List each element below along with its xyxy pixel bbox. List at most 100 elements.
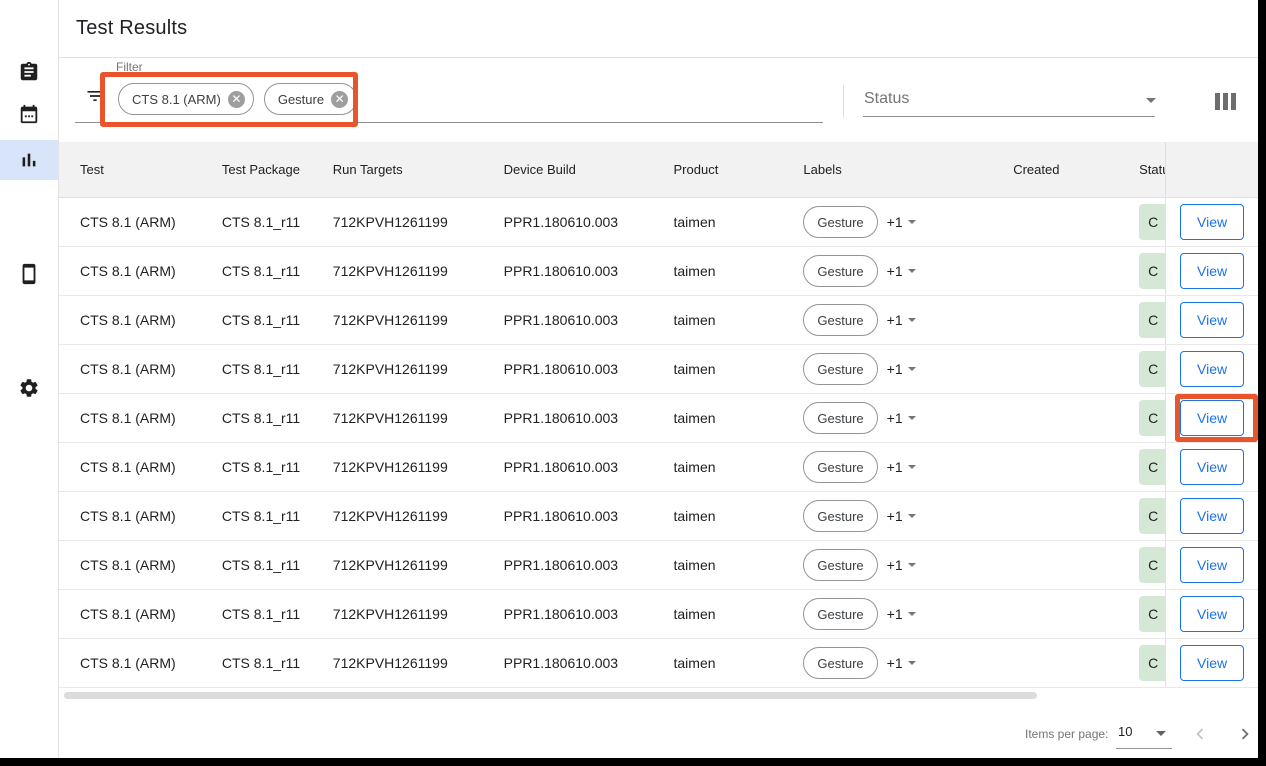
close-circle-icon[interactable]: ✕: [331, 91, 348, 108]
sidebar-item-devices[interactable]: [0, 254, 58, 294]
table-row[interactable]: CTS 8.1 (ARM) CTS 8.1_r11 712KPVH1261199…: [59, 247, 1258, 296]
sidebar-item-test-results[interactable]: [0, 140, 58, 180]
table-row[interactable]: CTS 8.1 (ARM) CTS 8.1_r11 712KPVH1261199…: [59, 443, 1258, 492]
cell-status: C: [1139, 547, 1165, 583]
cell-status: C: [1139, 596, 1165, 632]
view-button[interactable]: View: [1180, 400, 1244, 436]
table-row[interactable]: CTS 8.1 (ARM) CTS 8.1_r11 712KPVH1261199…: [59, 541, 1258, 590]
more-labels-expander[interactable]: +1: [887, 655, 916, 671]
view-button[interactable]: View: [1180, 253, 1244, 289]
column-header-status[interactable]: Status: [1139, 162, 1165, 177]
screen-edge-right: [1258, 0, 1266, 766]
table-row[interactable]: CTS 8.1 (ARM) CTS 8.1_r11 712KPVH1261199…: [59, 394, 1258, 443]
cell-device-build: PPR1.180610.003: [504, 508, 674, 524]
chevron-down-icon: [908, 612, 916, 616]
cell-product: taimen: [674, 312, 804, 328]
horizontal-scrollbar-thumb[interactable]: [64, 692, 1037, 699]
next-page-button[interactable]: [1233, 722, 1257, 746]
status-select[interactable]: Status: [863, 87, 1155, 117]
more-labels-expander[interactable]: +1: [887, 312, 916, 328]
cell-status: C: [1139, 302, 1165, 338]
status-badge: C: [1139, 498, 1165, 534]
filter-chip[interactable]: CTS 8.1 (ARM) ✕: [118, 83, 254, 115]
cell-labels: Gesture +1: [803, 353, 1013, 385]
chevron-down-icon: [908, 318, 916, 322]
view-button[interactable]: View: [1180, 302, 1244, 338]
cell-device-build: PPR1.180610.003: [504, 557, 674, 573]
filter-field-label: Filter: [116, 60, 143, 74]
label-chip[interactable]: Gesture: [803, 500, 877, 532]
label-chip[interactable]: Gesture: [803, 598, 877, 630]
view-button[interactable]: View: [1180, 204, 1244, 240]
cell-run-targets: 712KPVH1261199: [333, 459, 504, 475]
cell-run-targets: 712KPVH1261199: [333, 214, 504, 230]
view-cell: View: [1165, 590, 1258, 638]
items-per-page-value: 10: [1118, 724, 1132, 739]
column-header-labels[interactable]: Labels: [803, 162, 1013, 177]
more-labels-expander[interactable]: +1: [887, 557, 916, 573]
column-settings-button[interactable]: [1215, 93, 1239, 111]
gear-icon: [18, 377, 40, 399]
cell-test-package: CTS 8.1_r11: [222, 312, 333, 328]
cell-test: CTS 8.1 (ARM): [80, 361, 222, 377]
more-labels-expander[interactable]: +1: [887, 361, 916, 377]
label-chip[interactable]: Gesture: [803, 402, 877, 434]
more-labels-expander[interactable]: +1: [887, 214, 916, 230]
filter-chip[interactable]: Gesture ✕: [264, 83, 357, 115]
more-labels-expander[interactable]: +1: [887, 606, 916, 622]
cell-device-build: PPR1.180610.003: [504, 655, 674, 671]
view-columns-icon: [1215, 93, 1220, 110]
more-labels-expander[interactable]: +1: [887, 410, 916, 426]
column-header-device-build[interactable]: Device Build: [504, 162, 674, 177]
view-button[interactable]: View: [1180, 645, 1244, 681]
table-body: CTS 8.1 (ARM) CTS 8.1_r11 712KPVH1261199…: [59, 198, 1258, 688]
cell-device-build: PPR1.180610.003: [504, 361, 674, 377]
filter-chip-list: CTS 8.1 (ARM) ✕ Gesture ✕: [118, 83, 357, 115]
column-header-run-targets[interactable]: Run Targets: [333, 162, 504, 177]
sidebar-item-schedule[interactable]: [0, 94, 58, 134]
table-row[interactable]: CTS 8.1 (ARM) CTS 8.1_r11 712KPVH1261199…: [59, 198, 1258, 247]
items-per-page-select[interactable]: 10: [1116, 721, 1172, 745]
label-chip[interactable]: Gesture: [803, 206, 877, 238]
cell-labels: Gesture +1: [803, 402, 1013, 434]
label-chip[interactable]: Gesture: [803, 304, 877, 336]
chevron-right-icon: [1234, 723, 1256, 745]
label-chip[interactable]: Gesture: [803, 647, 877, 679]
table-row[interactable]: CTS 8.1 (ARM) CTS 8.1_r11 712KPVH1261199…: [59, 345, 1258, 394]
more-labels-expander[interactable]: +1: [887, 459, 916, 475]
column-header-test-package[interactable]: Test Package: [222, 162, 333, 177]
column-header-product[interactable]: Product: [674, 162, 804, 177]
label-chip[interactable]: Gesture: [803, 255, 877, 287]
label-chip[interactable]: Gesture: [803, 353, 877, 385]
close-circle-icon[interactable]: ✕: [228, 91, 245, 108]
previous-page-button[interactable]: [1188, 722, 1212, 746]
table-row[interactable]: CTS 8.1 (ARM) CTS 8.1_r11 712KPVH1261199…: [59, 639, 1258, 688]
view-button[interactable]: View: [1180, 596, 1244, 632]
column-header-test[interactable]: Test: [80, 162, 222, 177]
cell-device-build: PPR1.180610.003: [504, 214, 674, 230]
chevron-down-icon: [908, 269, 916, 273]
view-button[interactable]: View: [1180, 351, 1244, 387]
cell-labels: Gesture +1: [803, 500, 1013, 532]
table-row[interactable]: CTS 8.1 (ARM) CTS 8.1_r11 712KPVH1261199…: [59, 492, 1258, 541]
label-chip[interactable]: Gesture: [803, 549, 877, 581]
view-button[interactable]: View: [1180, 449, 1244, 485]
cell-test: CTS 8.1 (ARM): [80, 655, 222, 671]
label-chip[interactable]: Gesture: [803, 451, 877, 483]
sidebar: [0, 0, 59, 758]
cell-test: CTS 8.1 (ARM): [80, 459, 222, 475]
more-labels-expander[interactable]: +1: [887, 263, 916, 279]
more-labels-expander[interactable]: +1: [887, 508, 916, 524]
sidebar-item-settings[interactable]: [0, 368, 58, 408]
view-button[interactable]: View: [1180, 498, 1244, 534]
cell-status: C: [1139, 400, 1165, 436]
table-row[interactable]: CTS 8.1 (ARM) CTS 8.1_r11 712KPVH1261199…: [59, 590, 1258, 639]
clipboard-icon: [18, 61, 40, 83]
table-row[interactable]: CTS 8.1 (ARM) CTS 8.1_r11 712KPVH1261199…: [59, 296, 1258, 345]
sidebar-item-test-plans[interactable]: [0, 52, 58, 92]
view-cell: View: [1165, 443, 1258, 491]
view-button[interactable]: View: [1180, 547, 1244, 583]
column-header-created[interactable]: Created: [1013, 162, 1139, 177]
cell-test: CTS 8.1 (ARM): [80, 508, 222, 524]
cell-labels: Gesture +1: [803, 598, 1013, 630]
